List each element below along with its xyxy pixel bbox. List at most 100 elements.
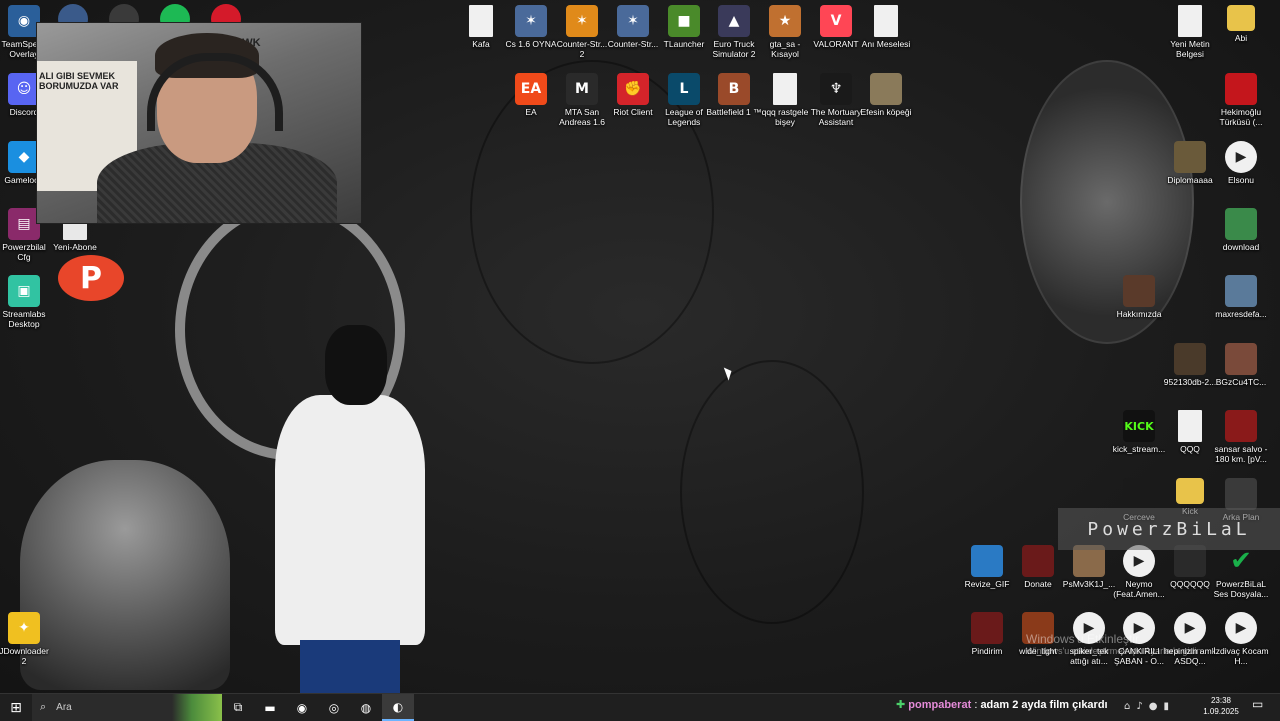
desktop-icon-label: Diplomaaaa <box>1167 175 1213 185</box>
desktop-icon-counter-str[interactable]: ✶ Counter-Str... <box>605 5 661 49</box>
desktop-icon-hekimog-lu-tu-rku-su[interactable]: Hekimoğlu Türküsü (... <box>1213 73 1269 127</box>
desktop-icon-tlauncher[interactable]: ■ TLauncher <box>656 5 712 49</box>
steelseries-icon[interactable]: ◎ <box>318 694 350 721</box>
media-icon: ▶ <box>1225 612 1257 644</box>
wallpaper-jeans <box>300 640 400 693</box>
file-explorer-icon[interactable]: ▬ <box>254 694 286 721</box>
desktop-icon-counter-str-2[interactable]: ✶ Counter-Str... 2 <box>554 5 610 59</box>
image-file-icon <box>1174 343 1206 375</box>
desktop-icon-maxresdefa[interactable]: maxresdefa... <box>1213 275 1269 319</box>
powerzbilal-banner: PowerzBiLaL <box>1058 508 1280 550</box>
desktop-icon-label: JDownloader 2 <box>0 646 49 666</box>
desktop-icon-kick-stream[interactable]: KICK kick_stream... <box>1111 410 1167 454</box>
video-file-icon <box>1225 73 1257 105</box>
desktop-icon-mta-san-andreas-1-6[interactable]: M MTA San Andreas 1.6 <box>554 73 610 127</box>
image-file-icon <box>1225 208 1257 240</box>
wallpaper-masked-head <box>325 325 387 405</box>
jdownloader-icon: ✦ <box>8 612 40 644</box>
desktop-icon-label: Hekimoğlu Türküsü (... <box>1219 107 1263 127</box>
desktop-icon-battlefield-1[interactable]: B Battlefield 1 ™ <box>706 73 762 117</box>
desktop-icon-an-meselesi[interactable]: Anı Meselesi <box>858 5 914 49</box>
desktop-icon-label: Hakkımızda <box>1116 309 1162 319</box>
video-file-icon <box>1225 410 1257 442</box>
desktop-icon-label: QQQ <box>1180 444 1200 454</box>
desktop-icon-valorant[interactable]: V VALORANT <box>808 5 864 49</box>
desktop-icon-kafa[interactable]: Kafa <box>453 5 509 49</box>
desktop-icon-label: Yeni-Abone <box>53 242 97 252</box>
taskbar-search[interactable]: ⌕ Ara <box>32 694 222 721</box>
desktop-icon-gta-sa-k-sayol[interactable]: ★ gta_sa - Kısayol <box>757 5 813 59</box>
desktop-icon-riot-client[interactable]: ✊ Riot Client <box>605 73 661 117</box>
desktop-icon-label: gta_sa - Kısayol <box>769 39 801 59</box>
image-file-icon <box>1123 478 1155 510</box>
activation-watermark: Windows'u Etkinleştir Windows'u etkinleş… <box>1026 632 1204 656</box>
network-icon[interactable]: ⌂ <box>1124 701 1130 712</box>
image-file-icon <box>1174 141 1206 173</box>
chrome-icon[interactable]: ◉ <box>286 694 318 721</box>
image-file-icon <box>1225 275 1257 307</box>
riot-icon: ✊ <box>617 73 649 105</box>
notification-icon[interactable]: ▭ <box>1252 697 1263 711</box>
desktop-icon-952130db-2[interactable]: 952130db-2... <box>1162 343 1218 387</box>
wallpaper-angel-right <box>1020 60 1194 344</box>
image-file-icon <box>1123 275 1155 307</box>
desktop-icon-label: Battlefield 1 ™ <box>706 107 762 117</box>
p-logo-icon[interactable]: P <box>58 255 124 301</box>
desktop-icon-euro-truck-simulator-2[interactable]: ▲ Euro Truck Simulator 2 <box>706 5 762 59</box>
chat-star-icon: ✚ <box>896 699 906 711</box>
tlauncher-icon: ■ <box>668 5 700 37</box>
desktop-icon-donate[interactable]: Donate <box>1010 545 1066 589</box>
cs2-icon: ✶ <box>566 5 598 37</box>
desktop-icon-yeni-metin-belgesi[interactable]: Yeni Metin Belgesi <box>1162 5 1218 59</box>
desktop-icon-label: PowerzBiLaL Ses Dosyala... <box>1213 579 1269 599</box>
desktop-icon-download[interactable]: download <box>1213 208 1269 252</box>
mic-icon[interactable]: ● <box>1149 701 1158 712</box>
desktop-icon-sansar-salvo-180-km-pv[interactable]: sansar salvo - 180 km. [pV... <box>1213 410 1269 464</box>
desktop-icon-abi[interactable]: Abi <box>1213 5 1269 43</box>
desktop-icon-label: League of Legends <box>665 107 703 127</box>
desktop-icon-label: Counter-Str... <box>607 39 659 49</box>
desktop-icon-streamlabs-desktop[interactable]: ▣ Streamlabs Desktop <box>0 275 52 329</box>
task-view-icon[interactable]: ⧉ <box>222 694 254 721</box>
desktop-icon-label: Elsonu <box>1228 175 1254 185</box>
wallpaper-figure-sketch <box>680 360 864 624</box>
desktop-icon-label: MTA San Andreas 1.6 <box>559 107 605 127</box>
volume-icon[interactable]: ♪ <box>1136 701 1142 712</box>
desktop-icon-pindirim[interactable]: Pindirim <box>959 612 1015 656</box>
desktop-icon-league-of-legends[interactable]: L League of Legends <box>656 73 712 127</box>
desktop-icon-revize-gif[interactable]: Revize_GIF <box>959 545 1015 589</box>
windows-start-icon[interactable]: ⊞ <box>0 694 32 721</box>
desktop-icon-label: Donate <box>1024 579 1052 589</box>
image-file-icon <box>1225 478 1257 510</box>
desktop-icon-label: Kafa <box>472 39 490 49</box>
desktop-icon-hakk-m-zda[interactable]: Hakkımızda <box>1111 275 1167 319</box>
desktop-icon-jdownloader-2[interactable]: ✦ JDownloader 2 <box>0 612 52 666</box>
watermark-subtitle: Windows'u etkinleştirmek için Ayarlar'a … <box>1026 646 1204 656</box>
desktop-icon-diplomaaaa[interactable]: Diplomaaaa <box>1162 141 1218 185</box>
desktop-icon-i-zdivac-kocam-h[interactable]: ▶ İzdivaç Kocam H... <box>1213 612 1269 666</box>
desktop-icon-neymo-feat-amen[interactable]: ▶ Neymo (Feat.Amen... <box>1111 545 1167 599</box>
streamlabs-icon: ▣ <box>8 275 40 307</box>
desktop-icon-label: EA <box>525 107 537 117</box>
firefox-icon[interactable]: ◍ <box>350 694 382 721</box>
desktop-icon-label: Counter-Str... 2 <box>556 39 608 59</box>
desktop-icon-qqqqqq[interactable]: QQQQQQ <box>1162 545 1218 589</box>
text-file-icon <box>874 5 898 37</box>
desktop-icon-qqq[interactable]: QQQ <box>1162 410 1218 454</box>
text-file-icon <box>1178 410 1202 442</box>
desktop-icon-qqq-rastgele-bis-ey[interactable]: qqq rastgele bişey <box>757 73 813 127</box>
desktop-icon-cs-1-6-oyna[interactable]: ✶ Cs 1.6 OYNA <box>503 5 559 49</box>
desktop-icon-efesin-ko-peg-i[interactable]: Efesin köpeği <box>858 73 914 117</box>
taskbar-clock[interactable]: 23:38 1.09.2025 <box>1196 695 1246 717</box>
desktop-icon-bgzcu4tc[interactable]: BGzCu4TC... <box>1213 343 1269 387</box>
desktop-icon-elsonu[interactable]: ▶ Elsonu <box>1213 141 1269 185</box>
steam-icon[interactable]: ◐ <box>382 694 414 721</box>
desktop[interactable]: P ◉ TeamSpeak Overlay ☺ Discord ◆ Gameloop ▤ Po… <box>0 0 1280 693</box>
desktop-icon-label: Revize_GIF <box>964 579 1010 589</box>
tray-overflow-icon[interactable]: ▮ <box>1163 701 1169 712</box>
desktop-icon-the-mortuary-assistant[interactable]: ♆ The Mortuary Assistant <box>808 73 864 127</box>
desktop-icon-label: The Mortuary Assistant <box>810 107 862 127</box>
desktop-icon-ea[interactable]: EA EA <box>503 73 559 117</box>
desktop-icon-powerzbilal-ses-dosyala[interactable]: ✔ PowerzBiLaL Ses Dosyala... <box>1213 545 1269 599</box>
desktop-icon-psmv3k1j[interactable]: PsMv3K1J_... <box>1061 545 1117 589</box>
